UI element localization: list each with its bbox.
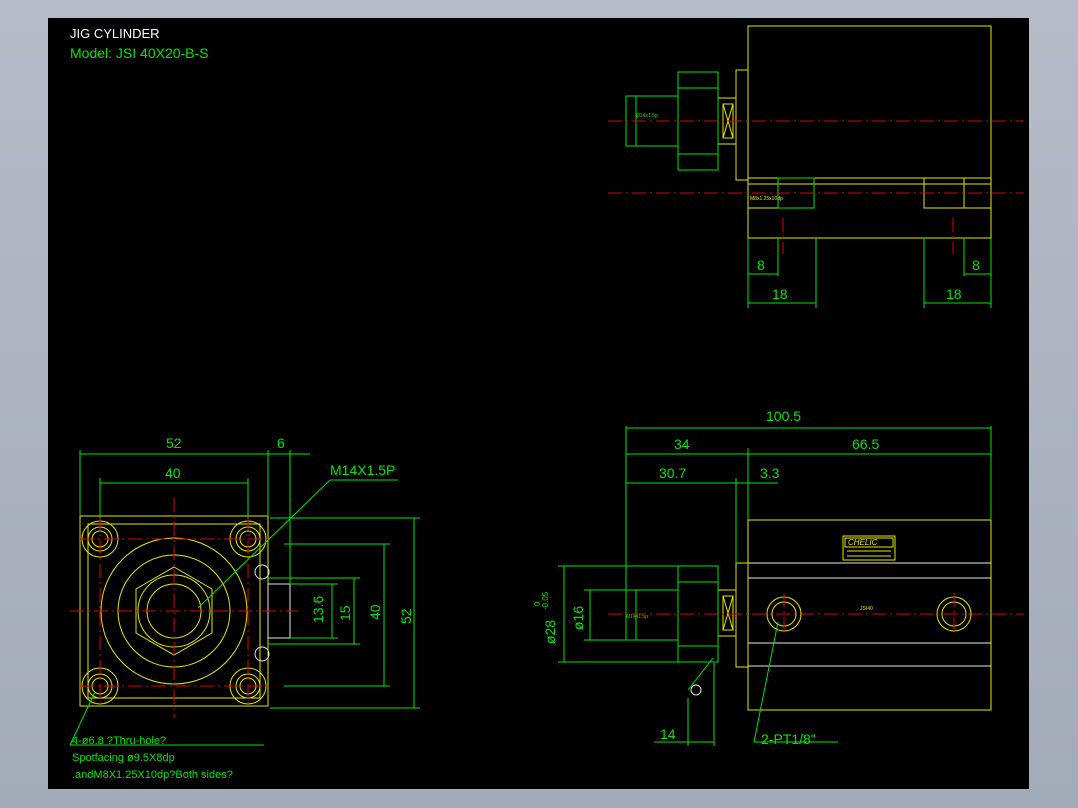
top-body xyxy=(747,25,992,239)
port-callout: 2-PT1/8" xyxy=(761,731,816,747)
side-rod-thread: M14x1.5p xyxy=(626,614,648,620)
side-dim-34: 34 xyxy=(674,436,690,452)
brand-label: CHELIC xyxy=(842,535,896,561)
top-flange xyxy=(735,69,749,181)
hole-note-3: .andM8X1.25X10dp?Both sides? xyxy=(72,769,233,781)
front-dim-40: 40 xyxy=(165,465,181,481)
front-dim-52-vertical: 52 xyxy=(398,608,414,624)
side-body xyxy=(747,519,992,711)
side-dim-dia16: ø16 xyxy=(570,606,586,630)
front-dim-52: 52 xyxy=(166,435,182,451)
side-dim-total: 100.5 xyxy=(766,408,801,424)
top-rod-thread: Ø14x1.5p xyxy=(636,113,658,119)
front-dim-40-vertical: 40 xyxy=(367,604,383,620)
top-dim-right-small: 8 xyxy=(972,257,980,273)
front-dim-6: 6 xyxy=(277,435,285,451)
side-dim-66-5: 66.5 xyxy=(852,436,879,452)
drawing-title: JIG CYLINDER xyxy=(70,26,160,41)
hole-note-1: 4-ø6.8 ?Thru-hole? xyxy=(72,735,166,747)
top-side-thread: M8x1.25x10dp xyxy=(750,196,783,202)
top-dim-right: 18 xyxy=(946,286,962,302)
side-dim-dia28: ø28 xyxy=(542,620,558,644)
body-label: JSI40 xyxy=(860,606,873,612)
front-dim-15: 15 xyxy=(337,605,353,621)
front-view: 52 6 40 M14X1.5P 13.6 15 40 52 4-ø6.8 ?T… xyxy=(69,435,420,781)
hole-note-2: Spotfacing ø9.5X8dp xyxy=(72,752,175,764)
side-tol-lower: -0.05 xyxy=(541,591,550,610)
drawing-canvas: JIG CYLINDER Model: JSI 40X20-B-S Ø14x1.… xyxy=(48,18,1029,789)
brand-name: CHELIC xyxy=(848,538,878,547)
top-dim-left: 18 xyxy=(772,286,788,302)
top-view: Ø14x1.5p M8x1.25x10dp 8 18 8 18 xyxy=(608,25,1023,308)
cad-drawing: JIG CYLINDER Model: JSI 40X20-B-S Ø14x1.… xyxy=(69,25,1023,781)
side-dim-30-7: 30.7 xyxy=(659,465,686,481)
side-view: M14x1.5p JSI40 CHELIC 100.5 34 66.5 30.7… xyxy=(533,408,1023,747)
side-dim-14: 14 xyxy=(660,726,676,742)
front-dim-13-6: 13.6 xyxy=(310,596,326,623)
side-dim-3-3: 3.3 xyxy=(760,465,780,481)
model-label: Model: JSI 40X20-B-S xyxy=(70,45,209,61)
top-dim-left-small: 8 xyxy=(757,257,765,273)
thread-callout: M14X1.5P xyxy=(330,462,395,478)
